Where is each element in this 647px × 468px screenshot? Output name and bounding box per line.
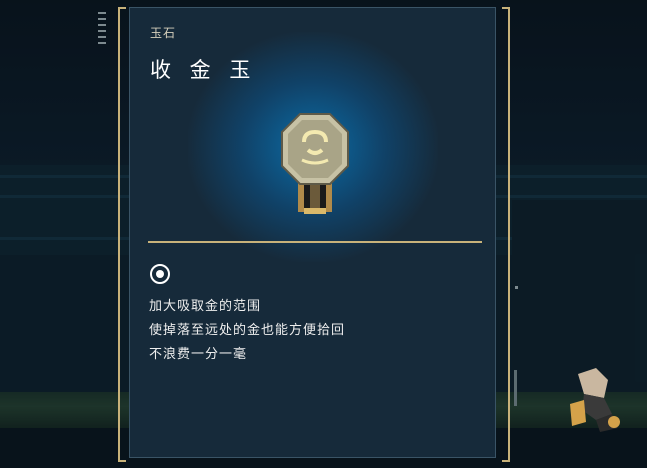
player-character (570, 368, 620, 432)
item-description-line: 加大吸取金的范围 (149, 299, 262, 314)
jade-stone-icon (281, 113, 349, 214)
item-description-line: 使掉落至远处的金也能方便拾回 (149, 323, 346, 338)
frame-left-ticks (98, 12, 106, 48)
frame-right-dot (515, 286, 518, 289)
section-divider (148, 241, 482, 243)
frame-right-bracket (502, 7, 510, 462)
frame-right-marker (514, 370, 517, 406)
target-circle-icon (150, 264, 170, 284)
item-title: 收 金 玉 (150, 58, 257, 82)
frame-left-bracket (118, 7, 126, 462)
item-category: 玉石 (150, 26, 177, 40)
item-description-line: 不浪费一分一毫 (149, 347, 248, 362)
item-detail-panel: 玉石 收 金 玉 加大吸取金的范围 使掉落至远处的金也能方便拾回 不浪费一分一毫 (129, 7, 496, 458)
